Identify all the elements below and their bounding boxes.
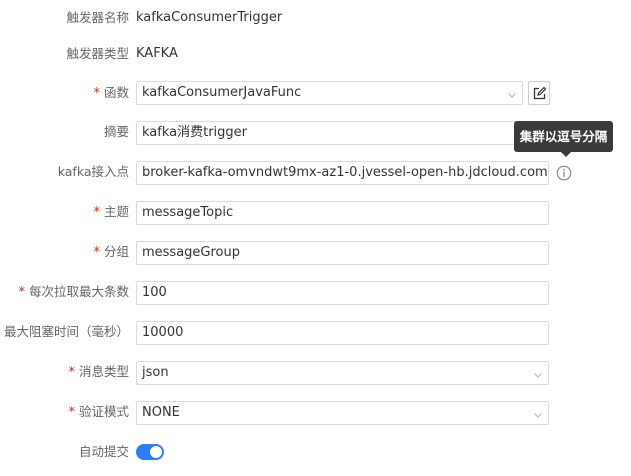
message-type-select[interactable]: json	[136, 361, 549, 385]
function-label: * 函数	[0, 83, 129, 104]
required-mark: *	[93, 205, 100, 220]
auto-commit-label: 自动提交	[78, 444, 129, 459]
trigger-name-value: kafkaConsumerTrigger	[136, 10, 283, 25]
group-input-value: messageGroup	[142, 245, 241, 260]
required-mark: *	[68, 365, 75, 380]
chevron-down-icon	[532, 367, 544, 379]
summary-label: 摘要	[103, 124, 129, 139]
trigger-name-label: 触发器名称	[66, 10, 129, 25]
endpoint-tooltip: 集群以逗号分隔	[514, 121, 613, 157]
kafka-endpoint-input[interactable]: broker-kafka-omvndwt9mx-az1-0.jvessel-op…	[136, 161, 549, 185]
group-label-text: 分组	[103, 244, 129, 259]
auto-commit-toggle[interactable]	[136, 444, 164, 460]
chevron-down-icon	[532, 407, 544, 419]
max-block-time-label-text: 最大阻塞时间（毫秒）	[3, 324, 129, 339]
auth-mode-select[interactable]: NONE	[136, 401, 549, 425]
group-input[interactable]: messageGroup	[136, 241, 549, 265]
max-block-time-input[interactable]: 10000	[136, 321, 549, 345]
group-label: * 分组	[0, 242, 129, 263]
topic-input-value: messageTopic	[142, 205, 234, 220]
edit-function-button[interactable]	[528, 81, 550, 105]
max-records-input[interactable]: 100	[136, 281, 549, 305]
chevron-down-icon	[506, 87, 518, 99]
trigger-type-value: KAFKA	[136, 46, 178, 61]
topic-input[interactable]: messageTopic	[136, 201, 549, 225]
required-mark: *	[68, 405, 75, 420]
max-records-label-text: 每次拉取最大条数	[28, 284, 129, 299]
topic-label-text: 主题	[103, 204, 129, 219]
function-label-text: 函数	[103, 85, 129, 100]
auth-mode-label: * 验证模式	[0, 402, 129, 423]
kafka-endpoint-input-value: broker-kafka-omvndwt9mx-az1-0.jvessel-op…	[142, 165, 548, 180]
message-type-label: * 消息类型	[0, 362, 129, 383]
required-mark: *	[18, 285, 25, 300]
summary-input-value: kafka消费trigger	[142, 125, 248, 140]
max-block-time-input-value: 10000	[142, 325, 184, 340]
max-records-input-value: 100	[142, 285, 167, 300]
message-type-select-value: json	[142, 365, 169, 380]
required-mark: *	[93, 86, 100, 101]
auth-mode-label-text: 验证模式	[78, 404, 129, 419]
function-select[interactable]: kafkaConsumerJavaFunc	[136, 81, 523, 105]
tooltip-arrow	[561, 152, 571, 157]
auth-mode-select-value: NONE	[142, 405, 180, 420]
summary-input[interactable]: kafka消费trigger	[136, 121, 516, 145]
toggle-knob	[150, 446, 162, 458]
trigger-type-label: 触发器类型	[66, 46, 129, 61]
kafka-endpoint-label: kafka接入点	[57, 164, 129, 179]
max-block-time-label: *最大阻塞时间（毫秒）	[0, 322, 129, 343]
info-icon[interactable]	[556, 165, 572, 181]
max-records-label: * 每次拉取最大条数	[0, 282, 129, 303]
required-mark: *	[93, 245, 100, 260]
topic-label: * 主题	[0, 202, 129, 223]
message-type-label-text: 消息类型	[78, 364, 129, 379]
function-select-value: kafkaConsumerJavaFunc	[142, 85, 302, 100]
tooltip-text: 集群以逗号分隔	[519, 129, 608, 144]
